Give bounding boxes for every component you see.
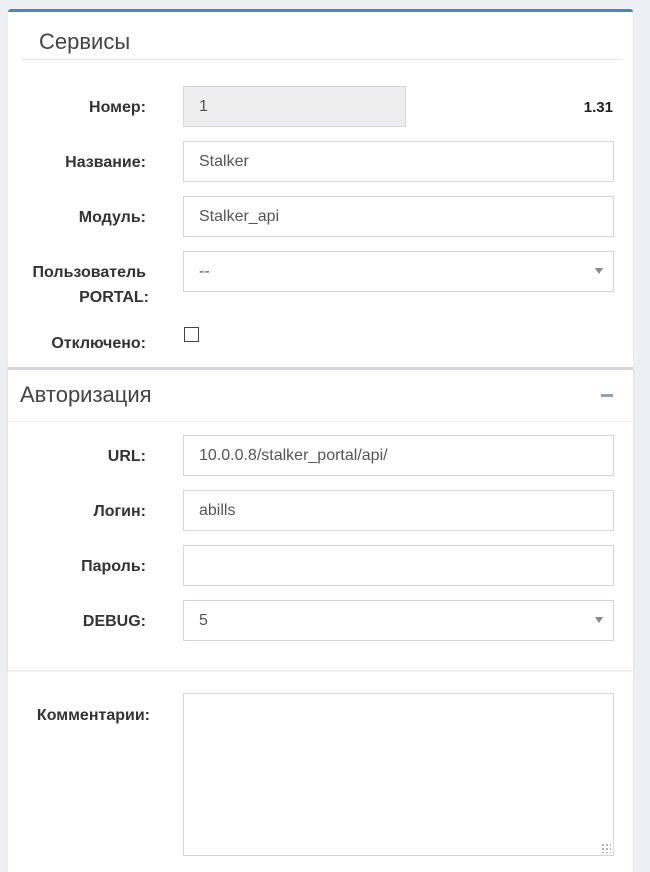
portal-user-select[interactable]: -- xyxy=(183,251,614,292)
comments-textarea[interactable] xyxy=(183,693,614,856)
chevron-down-icon xyxy=(595,617,603,623)
portal-user-label-line2: PORTAL: xyxy=(79,289,149,306)
module-input[interactable]: Stalker_api xyxy=(183,196,614,237)
comments-label: Комментарии: xyxy=(36,707,150,724)
debug-selected-value: 5 xyxy=(199,612,208,629)
url-input[interactable]: 10.0.0.8/stalker_portal/api/ xyxy=(183,435,614,476)
disabled-checkbox[interactable] xyxy=(184,327,199,342)
name-label: Название: xyxy=(65,154,146,171)
auth-header: Авторизация xyxy=(8,370,633,422)
card-title: Сервисы xyxy=(39,29,131,54)
password-label: Пароль: xyxy=(81,558,146,575)
password-input[interactable] xyxy=(183,545,614,586)
number-label: Номер: xyxy=(89,99,146,116)
number-field: 1 xyxy=(183,86,406,127)
login-label: Логин: xyxy=(93,503,147,520)
login-input[interactable]: abills xyxy=(183,490,614,531)
chevron-down-icon xyxy=(595,268,603,274)
debug-select[interactable]: 5 xyxy=(183,600,614,641)
collapse-minus-icon[interactable] xyxy=(601,394,613,397)
services-card: Сервисы Номер: 1 1.31 Название: Stalker … xyxy=(8,9,633,872)
resize-grip-icon[interactable] xyxy=(601,843,611,853)
portal-user-label-line1: Пользователь xyxy=(32,264,146,281)
name-input[interactable]: Stalker xyxy=(183,141,614,182)
disabled-label: Отключено: xyxy=(51,335,146,352)
url-label: URL: xyxy=(107,448,146,465)
version-text: 1.31 xyxy=(583,99,613,116)
auth-title: Авторизация xyxy=(20,382,152,407)
portal-user-selected-value: -- xyxy=(199,263,210,280)
title-divider xyxy=(21,59,621,60)
module-label: Модуль: xyxy=(78,209,146,226)
debug-label: DEBUG: xyxy=(82,613,146,630)
